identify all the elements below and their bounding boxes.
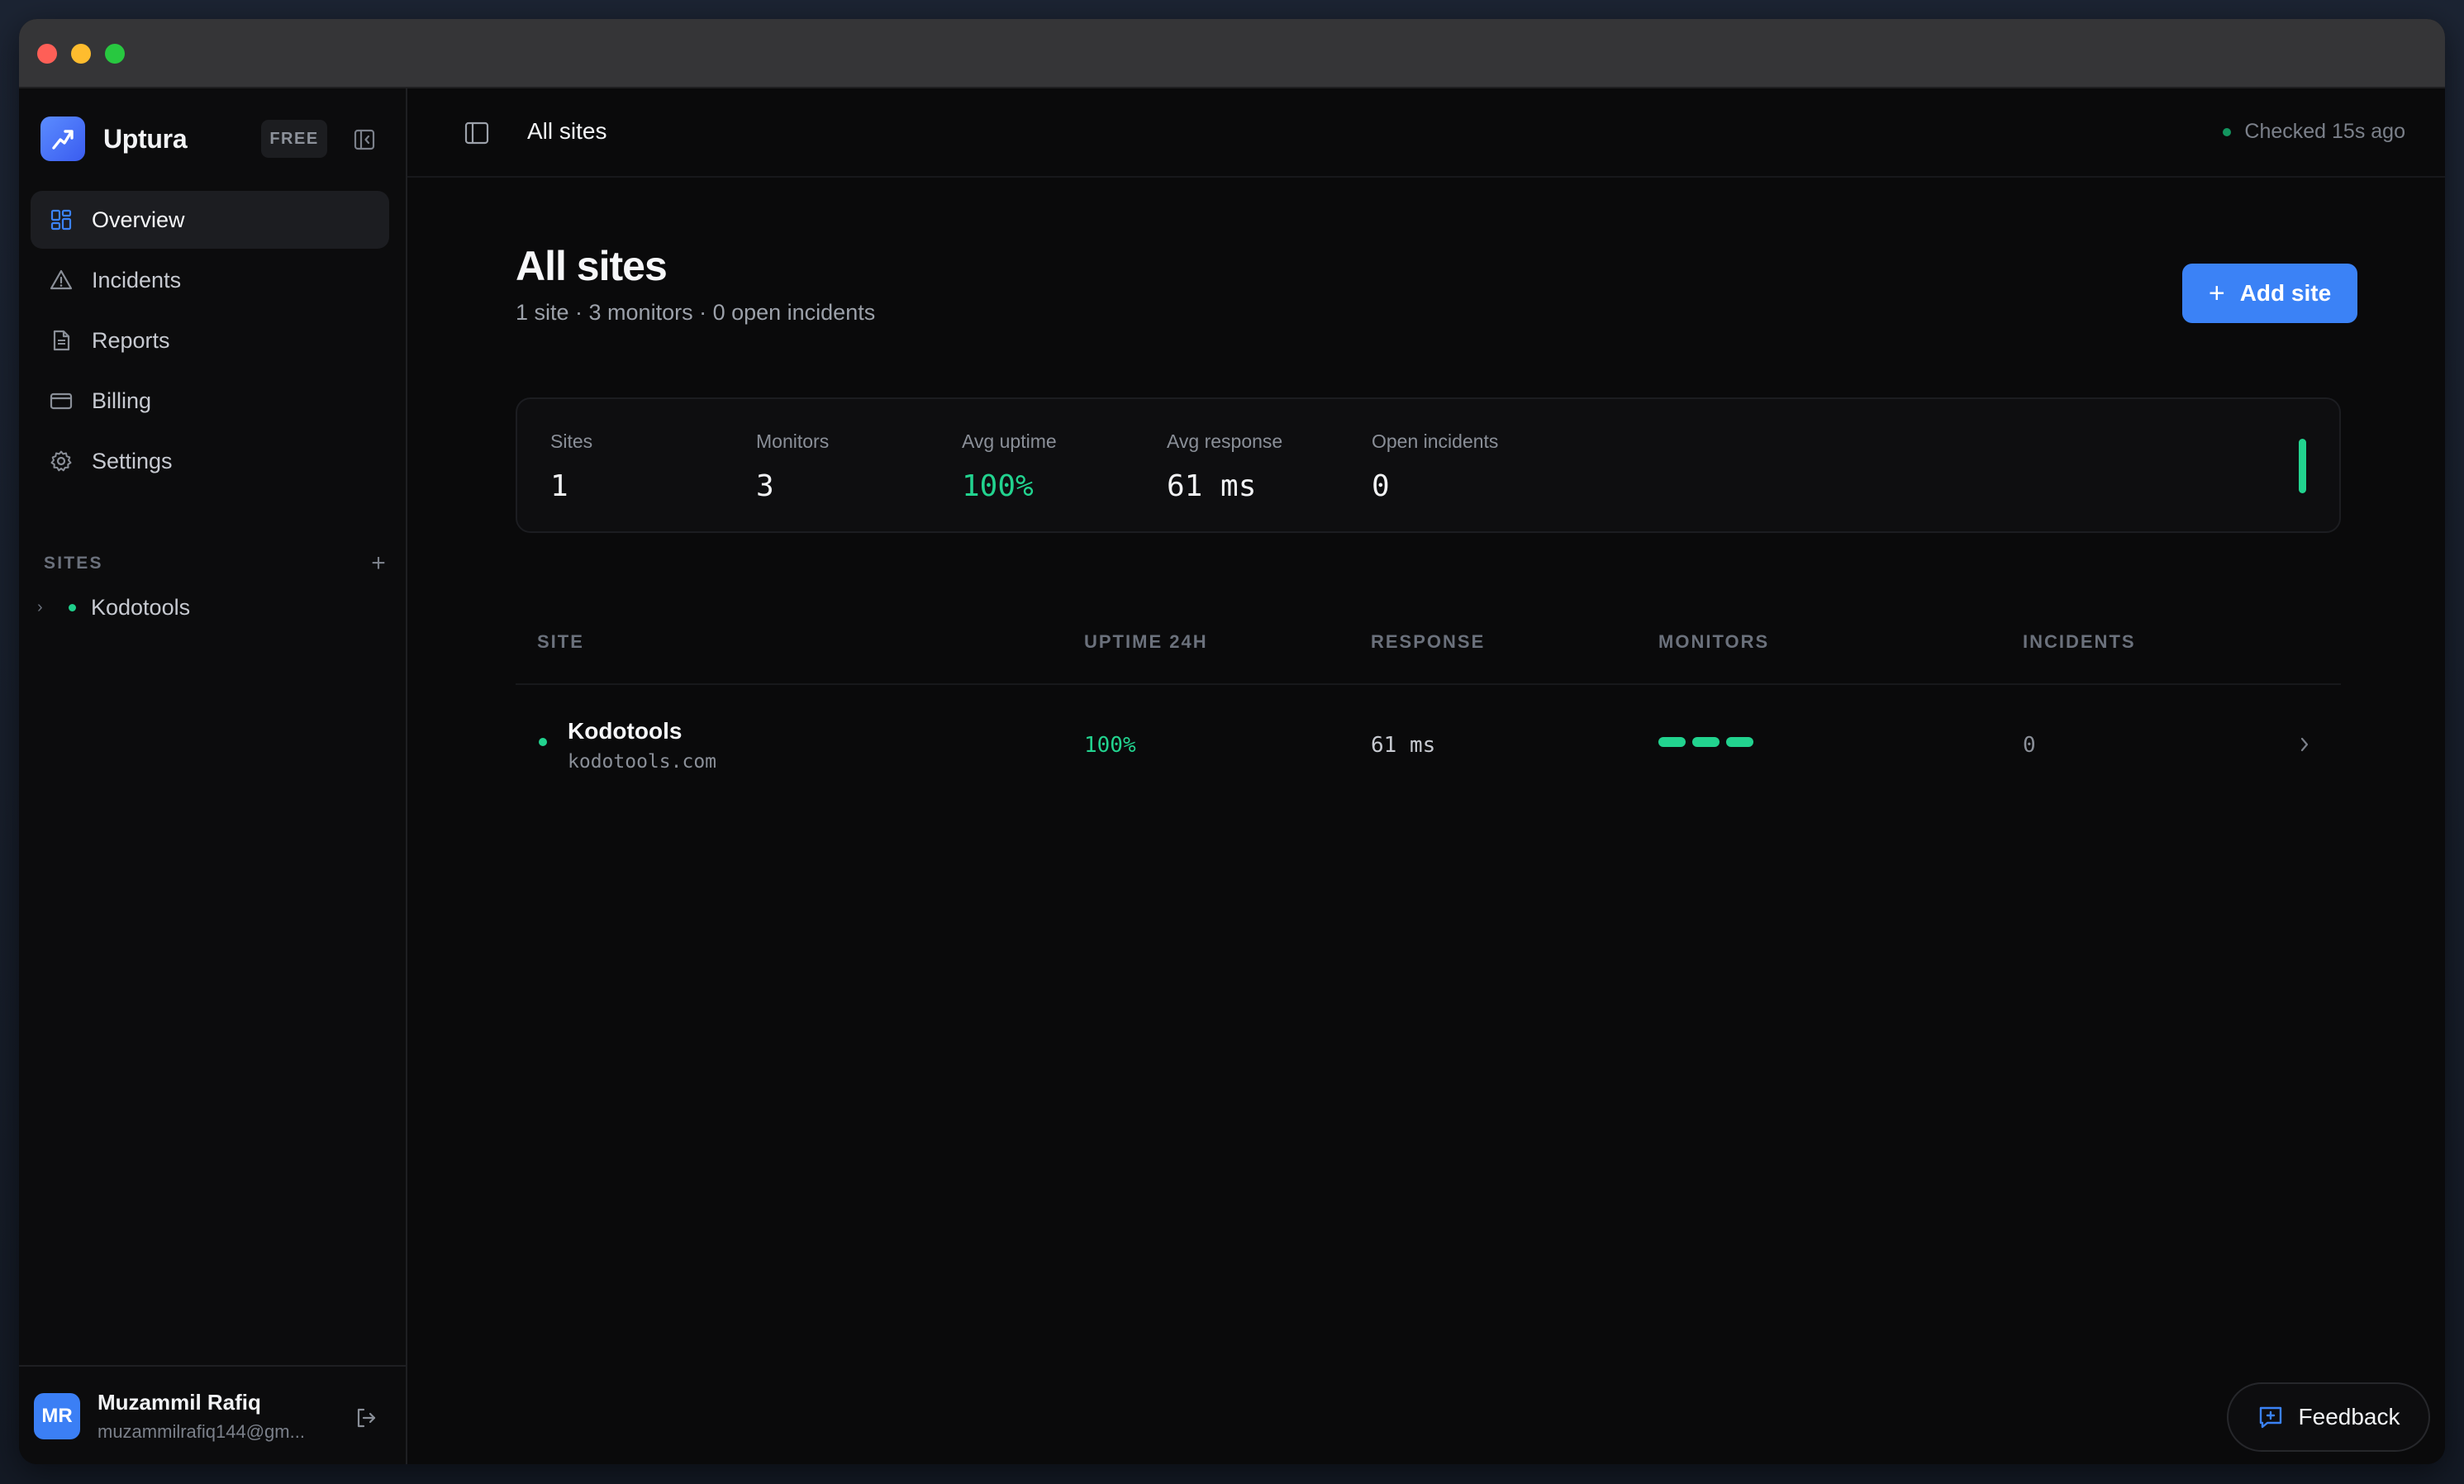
sidebar-item-incidents[interactable]: Incidents xyxy=(31,251,389,309)
avatar[interactable]: MR xyxy=(34,1393,80,1439)
status-dot xyxy=(2223,127,2232,136)
table-header: SITE UPTIME 24H RESPONSE MONITORS INCIDE… xyxy=(516,584,2341,685)
add-site-plus-icon[interactable]: + xyxy=(366,551,391,576)
monitor-status-pills xyxy=(1658,737,1760,747)
title-bar xyxy=(19,19,2445,88)
stat-label: Avg uptime xyxy=(962,430,1057,452)
stat-label: Avg response xyxy=(1167,430,1283,452)
chevron-right-icon[interactable] xyxy=(2292,728,2317,761)
user-email: muzammilrafiq144@gm... xyxy=(98,1421,305,1442)
sidebar-item-label: Overview xyxy=(92,207,185,232)
status-dot xyxy=(539,738,547,746)
sites-table: SITE UPTIME 24H RESPONSE MONITORS INCIDE… xyxy=(516,584,2341,802)
site-name[interactable]: Kodotools xyxy=(568,718,682,744)
column-header-site[interactable]: SITE xyxy=(537,631,584,653)
sidebar-item-overview[interactable]: Overview xyxy=(31,191,389,249)
stats-card: Sites 1 Monitors 3 Avg uptime 100% Avg r… xyxy=(516,397,2341,533)
stat-value: 0 xyxy=(1372,469,1390,503)
status-dot xyxy=(69,603,76,611)
feedback-icon xyxy=(2257,1404,2284,1430)
stat-sites: Sites 1 xyxy=(550,430,592,503)
site-incidents: 0 xyxy=(2023,733,2036,758)
panel-icon xyxy=(464,121,489,145)
collapse-sidebar-button[interactable] xyxy=(348,123,381,156)
plan-badge: FREE xyxy=(261,120,327,158)
site-response: 61 ms xyxy=(1371,733,1436,758)
sidebar-item-billing[interactable]: Billing xyxy=(31,372,389,430)
top-bar: All sites Checked 15s ago xyxy=(407,88,2445,178)
main-content: All sites Checked 15s ago All sites 1 si… xyxy=(407,88,2445,1464)
feedback-button[interactable]: Feedback xyxy=(2227,1382,2430,1452)
user-profile: MR Muzammil Rafiq muzammilrafiq144@gm... xyxy=(19,1365,407,1464)
sidebar-item-label: Incidents xyxy=(92,267,182,293)
stat-avg-uptime: Avg uptime 100% xyxy=(962,430,1057,503)
feedback-label: Feedback xyxy=(2298,1404,2400,1429)
sites-heading: SITES xyxy=(44,554,103,573)
sidebar-site-kodotools[interactable]: › Kodotools xyxy=(37,583,190,632)
column-header-monitors[interactable]: MONITORS xyxy=(1658,631,1769,653)
sidebar: Uptura FREE Overview Incidents Reports B… xyxy=(19,88,407,1464)
column-header-response[interactable]: RESPONSE xyxy=(1371,631,1485,653)
breadcrumb: All sites xyxy=(527,118,607,144)
minimize-window-button[interactable] xyxy=(71,44,91,64)
column-header-uptime[interactable]: UPTIME 24H xyxy=(1084,631,1208,653)
logout-button[interactable] xyxy=(350,1401,383,1434)
sidebar-item-label: Billing xyxy=(92,388,152,413)
app-name: Uptura xyxy=(103,123,188,154)
sites-section-header: SITES + xyxy=(44,547,391,580)
sidebar-nav: Overview Incidents Reports Billing Setti… xyxy=(31,191,389,492)
sidebar-site-label: Kodotools xyxy=(91,594,191,620)
stat-monitors: Monitors 3 xyxy=(756,430,829,503)
sidebar-collapse-icon xyxy=(354,129,375,150)
stat-label: Monitors xyxy=(756,430,830,452)
stat-label: Sites xyxy=(550,430,593,452)
stat-value: 100% xyxy=(962,469,1034,503)
gear-icon xyxy=(49,449,74,473)
sidebar-item-label: Reports xyxy=(92,327,170,353)
plus-icon: + xyxy=(2208,278,2225,309)
stat-avg-response: Avg response 61 ms xyxy=(1167,430,1282,503)
sidebar-item-settings[interactable]: Settings xyxy=(31,432,389,490)
page-title: All sites xyxy=(516,243,668,289)
stat-value: 1 xyxy=(550,469,568,503)
stat-value: 61 ms xyxy=(1167,469,1257,503)
check-status: Checked 15s ago xyxy=(2223,120,2405,144)
chevron-right-icon[interactable]: › xyxy=(37,598,62,617)
uptura-logo-icon xyxy=(40,117,85,161)
sidebar-item-reports[interactable]: Reports xyxy=(31,312,389,369)
column-header-incidents[interactable]: INCIDENTS xyxy=(2023,631,2136,653)
warning-icon xyxy=(49,268,74,293)
site-domain: kodotools.com xyxy=(568,751,717,773)
site-uptime: 100% xyxy=(1084,733,1136,758)
monitor-pill xyxy=(1658,737,1686,747)
close-window-button[interactable] xyxy=(37,44,57,64)
monitor-pill xyxy=(1692,737,1720,747)
toggle-panel-button[interactable] xyxy=(460,117,493,150)
brand[interactable]: Uptura xyxy=(40,117,188,161)
add-site-label: Add site xyxy=(2239,280,2332,306)
checked-label: Checked 15s ago xyxy=(2244,120,2405,143)
stat-open-incidents: Open incidents 0 xyxy=(1372,430,1498,503)
grid-icon xyxy=(49,207,74,232)
logout-icon xyxy=(357,1408,376,1428)
add-site-button[interactable]: + Add site xyxy=(2182,264,2357,323)
user-name: Muzammil Rafiq xyxy=(98,1390,261,1415)
document-icon xyxy=(49,328,74,353)
stat-label: Open incidents xyxy=(1372,430,1499,452)
uptime-indicator-bar xyxy=(2299,439,2306,493)
maximize-window-button[interactable] xyxy=(105,44,125,64)
monitor-pill xyxy=(1726,737,1753,747)
card-icon xyxy=(49,388,74,413)
page-subtitle: 1 site · 3 monitors · 0 open incidents xyxy=(516,300,876,325)
app-window: Uptura FREE Overview Incidents Reports B… xyxy=(19,19,2445,1464)
table-row[interactable]: Kodotools kodotools.com 100% 61 ms 0 xyxy=(516,685,2341,802)
stat-value: 3 xyxy=(756,469,774,503)
sidebar-item-label: Settings xyxy=(92,448,173,473)
